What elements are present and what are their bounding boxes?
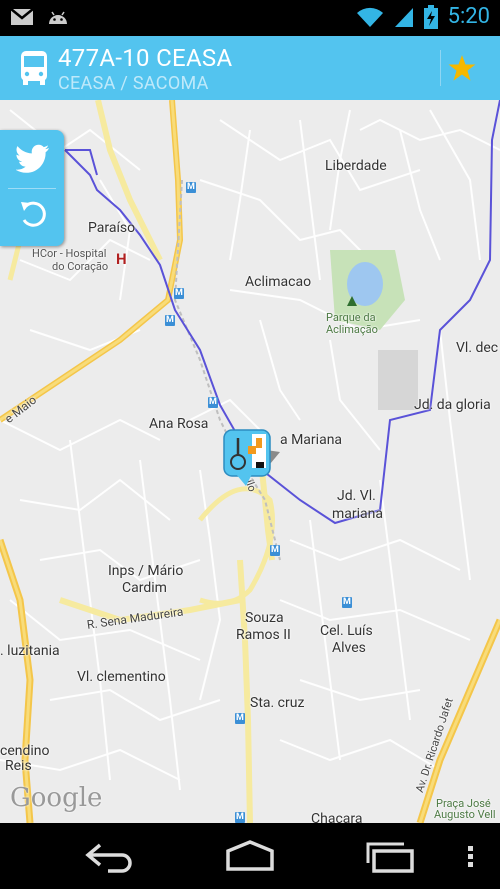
map-label: Paraíso xyxy=(88,220,136,236)
recent-apps-icon[interactable] xyxy=(364,839,416,873)
metro-station-icon: M xyxy=(342,597,352,608)
map-label: cendino xyxy=(0,743,50,759)
gmail-icon xyxy=(10,8,34,25)
map-label: Chacara xyxy=(311,811,363,823)
map-label: Ramos II xyxy=(236,627,291,643)
map-label: HCor - Hospital xyxy=(32,247,107,260)
status-bar: 5:20 xyxy=(0,0,500,36)
map-label: Cardim xyxy=(122,580,167,596)
map-label: do Coração xyxy=(52,260,109,273)
map-label: . luzitania xyxy=(0,643,60,659)
menu-icon[interactable] xyxy=(466,845,476,869)
wifi-icon xyxy=(356,7,383,27)
metro-station-icon: M xyxy=(208,397,218,408)
bus-location-marker-icon[interactable] xyxy=(222,428,284,488)
twitter-icon[interactable] xyxy=(16,144,50,174)
metro-station-icon: M xyxy=(235,812,245,823)
map-label: mariana xyxy=(332,506,384,522)
route-title: 477A-10 CEASA xyxy=(58,44,233,72)
map-label: Aclimacao xyxy=(245,274,312,290)
clock: 5:20 xyxy=(447,4,490,29)
map-label: Vl. clementino xyxy=(77,669,166,685)
side-panel-divider xyxy=(8,188,56,189)
map-label: Reis xyxy=(5,758,32,774)
favorite-star-icon[interactable] xyxy=(448,54,476,82)
home-icon[interactable] xyxy=(222,839,278,873)
battery-charging-icon xyxy=(423,4,438,29)
map-label: Souza xyxy=(245,610,284,626)
map-label: Aclimação xyxy=(326,323,378,336)
android-icon xyxy=(49,11,67,24)
route-subtitle: CEASA / SACOMA xyxy=(58,73,209,94)
hospital-icon: H xyxy=(116,250,127,268)
refresh-icon[interactable] xyxy=(20,200,48,232)
navigation-bar xyxy=(0,823,500,889)
action-divider xyxy=(440,50,441,86)
signal-icon xyxy=(394,7,413,27)
google-attribution: Google xyxy=(10,783,103,813)
map-label: Inps / Mário xyxy=(108,563,184,579)
metro-station-icon: M xyxy=(235,713,245,724)
map-label: Cel. Luís xyxy=(320,623,373,639)
map-label: Augusto Vell xyxy=(434,808,496,821)
map-label: Vl. dec xyxy=(456,340,499,356)
bus-icon[interactable] xyxy=(20,50,48,86)
action-bar: 477A-10 CEASA CEASA / SACOMA xyxy=(0,36,500,102)
back-icon[interactable] xyxy=(84,839,138,873)
map-label: a Mariana xyxy=(280,432,343,448)
metro-station-icon: M xyxy=(165,315,175,326)
metro-station-icon: M xyxy=(174,288,184,299)
map-view[interactable]: M M M M M M M M Liberdade Paraíso HCor -… xyxy=(0,100,500,823)
map-label: Jd. da gloria xyxy=(414,397,491,413)
map-label: Jd. Vl. xyxy=(337,488,376,504)
map-label: Ana Rosa xyxy=(149,416,209,432)
side-action-panel xyxy=(0,130,64,246)
map-label: Sta. cruz xyxy=(250,695,305,711)
metro-station-icon: M xyxy=(186,182,196,193)
map-label: Liberdade xyxy=(325,158,387,174)
metro-station-icon: M xyxy=(270,545,280,556)
map-label: Alves xyxy=(332,640,366,656)
